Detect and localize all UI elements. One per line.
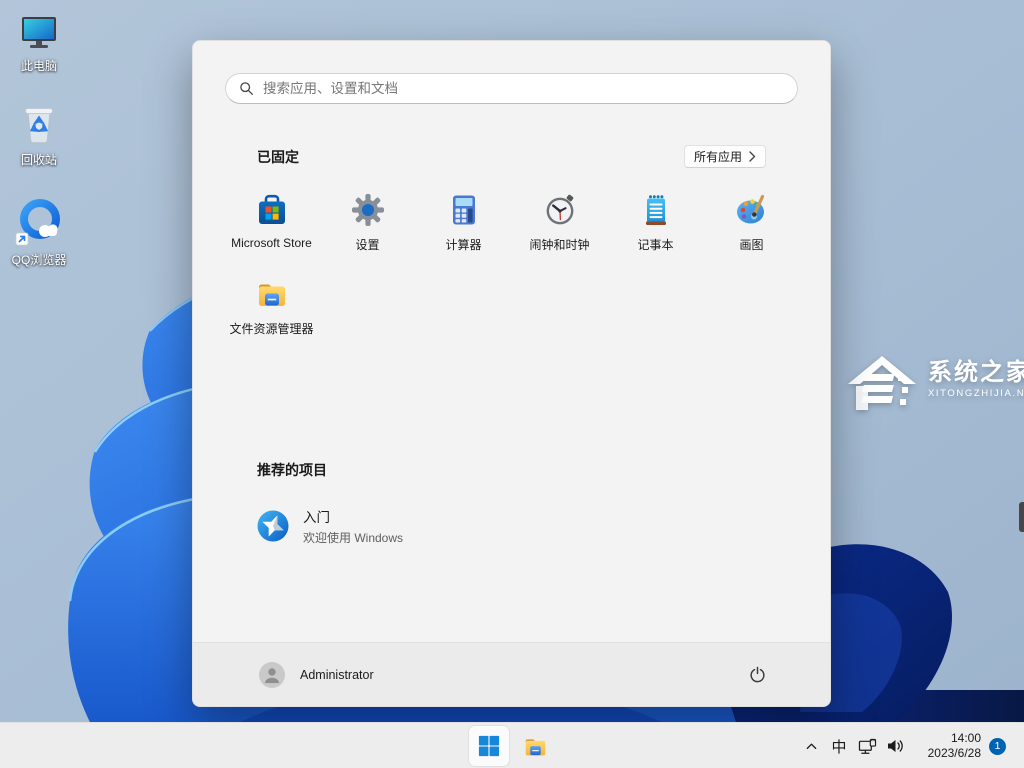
taskbar-file-explorer-button[interactable]	[515, 726, 555, 766]
power-icon	[749, 666, 765, 683]
app-tile-paint[interactable]: 画图	[704, 188, 800, 272]
ime-label: 中	[831, 738, 847, 756]
watermark: 系统之家 XITONGZHIJIA.NET	[846, 352, 1024, 416]
watermark-logo-icon	[848, 356, 916, 410]
all-apps-label: 所有应用	[693, 150, 742, 164]
paint-palette-icon	[736, 194, 764, 224]
pinned-section-title: 已固定	[257, 148, 299, 165]
edge-panel-handle[interactable]	[1019, 502, 1024, 532]
app-tile-alarms-clock[interactable]: 闹钟和时钟	[512, 188, 608, 272]
microsoft-store-icon	[258, 194, 285, 224]
desktop-icon-this-pc[interactable]: 此电脑	[0, 10, 78, 74]
chevron-up-icon	[806, 743, 816, 749]
user-avatar	[259, 661, 285, 688]
settings-gear-icon	[351, 194, 384, 226]
pinned-app-grid: Microsoft Store 设置 计算器 闹钟和时钟 记事本 画图 文件资源…	[224, 188, 800, 356]
app-tile-settings[interactable]: 设置	[320, 188, 416, 272]
person-icon	[265, 667, 279, 683]
desktop-icon-label: QQ浏览器	[11, 253, 67, 267]
notification-count: 1	[994, 740, 1001, 752]
folder-icon	[525, 738, 545, 755]
power-button[interactable]	[740, 658, 774, 692]
desktop-icon-qq-browser[interactable]: QQ浏览器	[0, 196, 78, 268]
search-box[interactable]	[225, 73, 798, 104]
volume-icon	[888, 740, 903, 752]
all-apps-button[interactable]: 所有应用	[683, 145, 766, 168]
app-tile-microsoft-store[interactable]: Microsoft Store	[224, 188, 320, 272]
get-started-icon	[257, 510, 289, 542]
tray-clock[interactable]: 14:00 2023/6/28	[915, 731, 981, 761]
watermark-subtitle: XITONGZHIJIA.NET	[928, 388, 1024, 399]
app-label: 画图	[739, 238, 764, 252]
tray-volume-button[interactable]	[881, 723, 909, 768]
recommended-item-subtitle: 欢迎使用 Windows	[303, 531, 404, 545]
app-label: Microsoft Store	[231, 236, 312, 250]
app-label: 记事本	[637, 238, 674, 252]
search-input[interactable]	[225, 73, 798, 104]
tray-time: 14:00	[950, 731, 981, 745]
app-label: 设置	[355, 238, 380, 252]
calculator-icon	[452, 195, 475, 225]
start-menu: 已固定 所有应用 Microsoft Store	[192, 40, 831, 707]
recycle-bin-icon	[25, 108, 53, 144]
taskbar: 中 14:00 2023/6/28 1	[0, 722, 1024, 768]
desktop-icon-recycle-bin[interactable]: 回收站	[0, 102, 78, 168]
app-tile-calculator[interactable]: 计算器	[416, 188, 512, 272]
monitor-icon	[22, 17, 56, 48]
tray-network-button[interactable]	[853, 723, 881, 768]
app-label: 闹钟和时钟	[529, 238, 590, 252]
desktop-icon-label: 回收站	[20, 153, 57, 167]
tray-date: 2023/6/28	[927, 746, 981, 760]
network-icon	[858, 738, 876, 754]
recommended-section-title: 推荐的项目	[257, 462, 327, 478]
notepad-icon	[645, 195, 666, 225]
folder-icon	[258, 284, 285, 306]
windows-logo-icon	[478, 735, 500, 757]
user-name: Administrator	[300, 667, 374, 682]
recommended-item-get-started[interactable]: 入门 欢迎使用 Windows	[225, 500, 798, 552]
app-label: 文件资源管理器	[229, 322, 314, 336]
notification-badge[interactable]: 1	[989, 737, 1006, 755]
tray-ime-indicator[interactable]: 中	[825, 723, 853, 768]
alarm-clock-icon	[546, 194, 573, 225]
start-menu-footer: Administrator	[193, 642, 830, 706]
user-account-button[interactable]: Administrator	[259, 656, 384, 694]
watermark-title: 系统之家	[928, 359, 1024, 386]
app-label: 计算器	[445, 238, 482, 252]
qq-browser-icon	[15, 199, 60, 246]
search-icon	[240, 82, 253, 95]
recommended-item-title: 入门	[303, 510, 330, 525]
tray-show-hidden-icons-button[interactable]	[797, 723, 825, 768]
desktop-icon-label: 此电脑	[20, 59, 57, 73]
app-tile-file-explorer[interactable]: 文件资源管理器	[224, 272, 320, 356]
chevron-right-icon	[749, 151, 756, 162]
start-button[interactable]	[469, 726, 509, 766]
app-tile-notepad[interactable]: 记事本	[608, 188, 704, 272]
